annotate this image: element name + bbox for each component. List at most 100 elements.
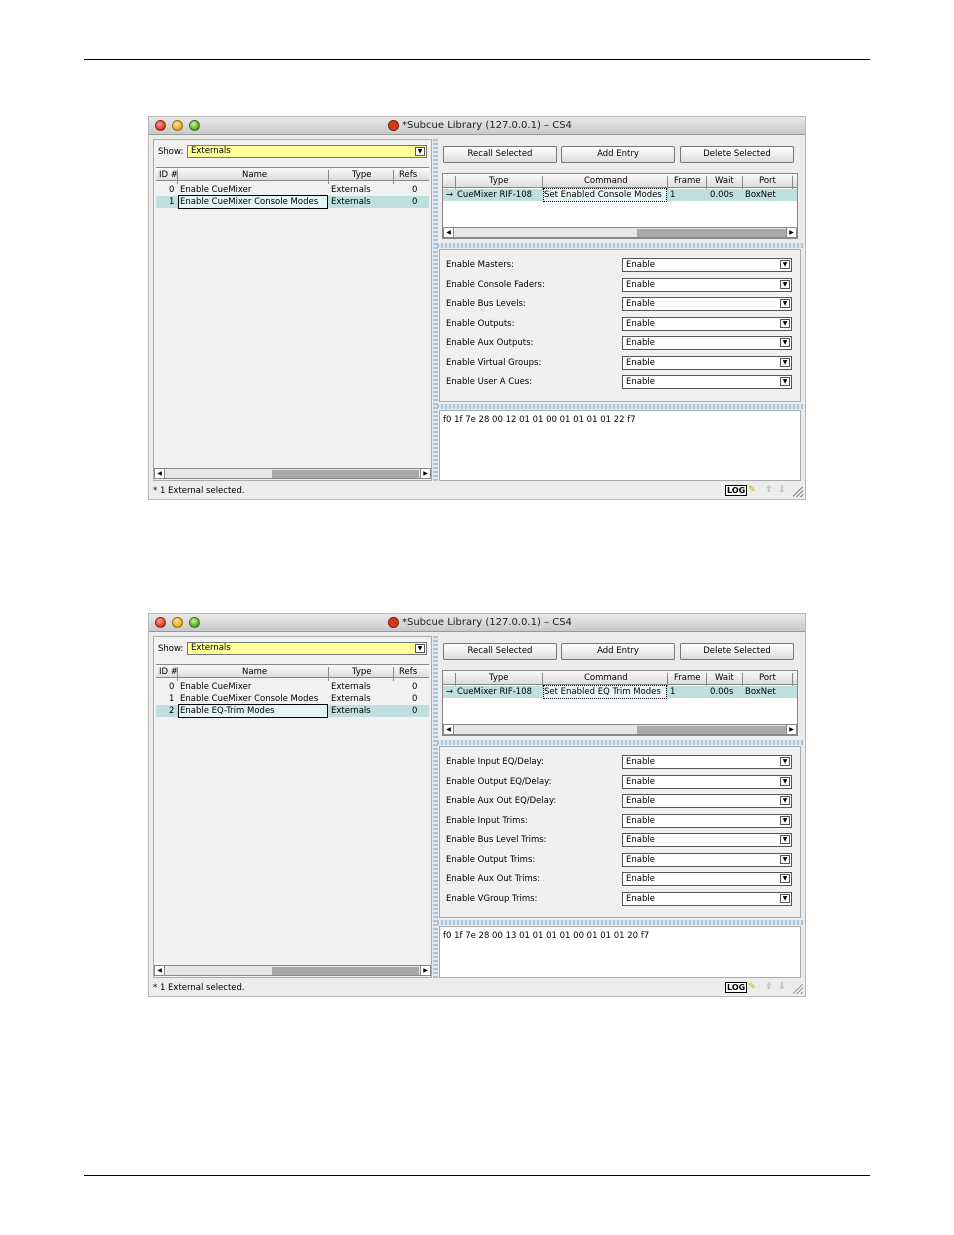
column-header-command[interactable]: Command — [584, 673, 628, 683]
column-header-type[interactable]: Type — [489, 176, 509, 186]
scroll-thumb[interactable] — [272, 967, 419, 975]
setting-select[interactable]: Enable ▼ — [622, 336, 792, 350]
horizontal-split-handle[interactable] — [437, 740, 803, 745]
title-bar[interactable]: *Subcue Library (127.0.0.1) – CS4 — [149, 117, 805, 135]
column-header-refs[interactable]: Refs — [399, 170, 417, 180]
setting-select[interactable]: Enable ▼ — [622, 872, 792, 886]
chevron-down-icon[interactable]: ▼ — [780, 835, 790, 844]
setting-select[interactable]: Enable ▼ — [622, 852, 792, 867]
row-name-cell[interactable]: Enable EQ-Trim Modes — [178, 704, 328, 718]
column-header-port[interactable]: Port — [759, 176, 776, 186]
log-button[interactable]: LOG — [725, 485, 748, 496]
midi-hex-display[interactable]: f0 1f 7e 28 00 13 01 01 01 01 00 01 01 0… — [439, 926, 801, 978]
add-entry-button[interactable]: Add Entry — [561, 643, 675, 660]
scroll-thumb[interactable] — [637, 229, 787, 237]
resize-grip-icon[interactable] — [793, 984, 803, 994]
show-filter-select[interactable]: Externals ▼ — [187, 642, 427, 655]
chevron-down-icon[interactable]: ▼ — [780, 357, 790, 367]
move-down-icon[interactable]: ⇩ — [775, 982, 789, 993]
show-filter-select[interactable]: Externals ▼ — [187, 145, 427, 158]
chevron-down-icon[interactable]: ▼ — [780, 757, 790, 766]
table-row[interactable]: 0 Enable CueMixer Externals 0 — [156, 184, 429, 196]
entry-horizontal-scrollbar[interactable]: ◀ ▶ — [443, 724, 797, 735]
move-up-icon[interactable]: ⇧ — [762, 485, 776, 496]
delete-selected-button[interactable]: Delete Selected — [680, 146, 794, 163]
scroll-right-icon[interactable]: ▶ — [786, 725, 796, 734]
table-row[interactable]: 0 Enable CueMixer Externals 0 — [156, 681, 429, 693]
vertical-split-handle[interactable] — [433, 636, 438, 978]
chevron-down-icon[interactable]: ▼ — [780, 874, 790, 883]
pencil-icon[interactable]: ✎ — [745, 982, 759, 993]
chevron-down-icon[interactable]: ▼ — [780, 318, 790, 328]
chevron-down-icon[interactable]: ▼ — [780, 338, 790, 347]
chevron-down-icon[interactable]: ▼ — [780, 854, 790, 864]
chevron-down-icon[interactable]: ▼ — [780, 279, 790, 289]
entry-row[interactable]: → CueMixer RIF-108 Set Enabled EQ Trim M… — [443, 685, 797, 699]
chevron-down-icon[interactable]: ▼ — [415, 147, 425, 156]
minimize-icon[interactable] — [172, 120, 183, 131]
column-header-wait[interactable]: Wait — [715, 176, 734, 186]
recall-selected-button[interactable]: Recall Selected — [443, 643, 557, 660]
setting-select[interactable]: Enable ▼ — [622, 355, 792, 370]
library-horizontal-scrollbar[interactable]: ◀ ▶ — [154, 965, 431, 976]
row-name-cell[interactable]: Enable CueMixer — [179, 681, 327, 693]
table-row[interactable]: 1 Enable CueMixer Console Modes Externals 0 — [156, 693, 429, 705]
setting-select[interactable]: Enable ▼ — [622, 277, 792, 292]
column-header-wait[interactable]: Wait — [715, 673, 734, 683]
column-header-command[interactable]: Command — [584, 176, 628, 186]
zoom-icon[interactable] — [189, 617, 200, 628]
setting-select[interactable]: Enable ▼ — [622, 316, 792, 331]
delete-selected-button[interactable]: Delete Selected — [680, 643, 794, 660]
column-header-id[interactable]: ID # — [159, 667, 178, 677]
chevron-down-icon[interactable]: ▼ — [780, 776, 790, 786]
scroll-left-icon[interactable]: ◀ — [155, 966, 165, 975]
column-header-frame[interactable]: Frame — [674, 673, 700, 683]
minimize-icon[interactable] — [172, 617, 183, 628]
library-horizontal-scrollbar[interactable]: ◀ ▶ — [154, 468, 431, 479]
setting-select[interactable]: Enable ▼ — [622, 774, 792, 789]
move-up-icon[interactable]: ⇧ — [762, 982, 776, 993]
move-down-icon[interactable]: ⇩ — [775, 485, 789, 496]
chevron-down-icon[interactable]: ▼ — [780, 796, 790, 805]
setting-select[interactable]: Enable ▼ — [622, 297, 792, 311]
midi-hex-display[interactable]: f0 1f 7e 28 00 12 01 01 00 01 01 01 01 2… — [439, 409, 801, 481]
table-row[interactable]: 2 Enable EQ-Trim Modes Externals 0 — [156, 704, 429, 718]
recall-selected-button[interactable]: Recall Selected — [443, 146, 557, 163]
setting-select[interactable]: Enable ▼ — [622, 813, 792, 828]
chevron-down-icon[interactable]: ▼ — [780, 377, 790, 386]
setting-select[interactable]: Enable ▼ — [622, 755, 792, 769]
setting-select[interactable]: Enable ▼ — [622, 258, 792, 272]
chevron-down-icon[interactable]: ▼ — [780, 299, 790, 308]
scroll-left-icon[interactable]: ◀ — [155, 469, 165, 478]
column-header-type[interactable]: Type — [489, 673, 509, 683]
entry-command-cell[interactable]: Set Enabled EQ Trim Modes — [543, 685, 667, 699]
add-entry-button[interactable]: Add Entry — [561, 146, 675, 163]
chevron-down-icon[interactable]: ▼ — [780, 815, 790, 825]
row-name-cell[interactable]: Enable CueMixer Console Modes — [178, 195, 328, 209]
column-header-type[interactable]: Type — [352, 667, 372, 677]
column-header-name[interactable]: Name — [242, 170, 267, 180]
scroll-thumb[interactable] — [637, 726, 787, 734]
scroll-right-icon[interactable]: ▶ — [420, 966, 430, 975]
entry-horizontal-scrollbar[interactable]: ◀ ▶ — [443, 227, 797, 238]
pencil-icon[interactable]: ✎ — [745, 485, 759, 496]
column-header-type[interactable]: Type — [352, 170, 372, 180]
vertical-split-handle[interactable] — [433, 139, 438, 481]
close-icon[interactable] — [155, 120, 166, 131]
setting-select[interactable]: Enable ▼ — [622, 375, 792, 389]
setting-select[interactable]: Enable ▼ — [622, 794, 792, 808]
column-header-id[interactable]: ID # — [159, 170, 178, 180]
resize-grip-icon[interactable] — [793, 487, 803, 497]
close-icon[interactable] — [155, 617, 166, 628]
log-button[interactable]: LOG — [725, 982, 748, 993]
scroll-left-icon[interactable]: ◀ — [444, 725, 454, 734]
entry-row[interactable]: → CueMixer RIF-108 Set Enabled Console M… — [443, 188, 797, 202]
setting-select[interactable]: Enable ▼ — [622, 833, 792, 847]
zoom-icon[interactable] — [189, 120, 200, 131]
entry-command-cell[interactable]: Set Enabled Console Modes — [543, 188, 667, 202]
row-name-cell[interactable]: Enable CueMixer Console Modes — [179, 693, 327, 705]
chevron-down-icon[interactable]: ▼ — [415, 644, 425, 653]
scroll-left-icon[interactable]: ◀ — [444, 228, 454, 237]
chevron-down-icon[interactable]: ▼ — [780, 893, 790, 903]
scroll-right-icon[interactable]: ▶ — [786, 228, 796, 237]
